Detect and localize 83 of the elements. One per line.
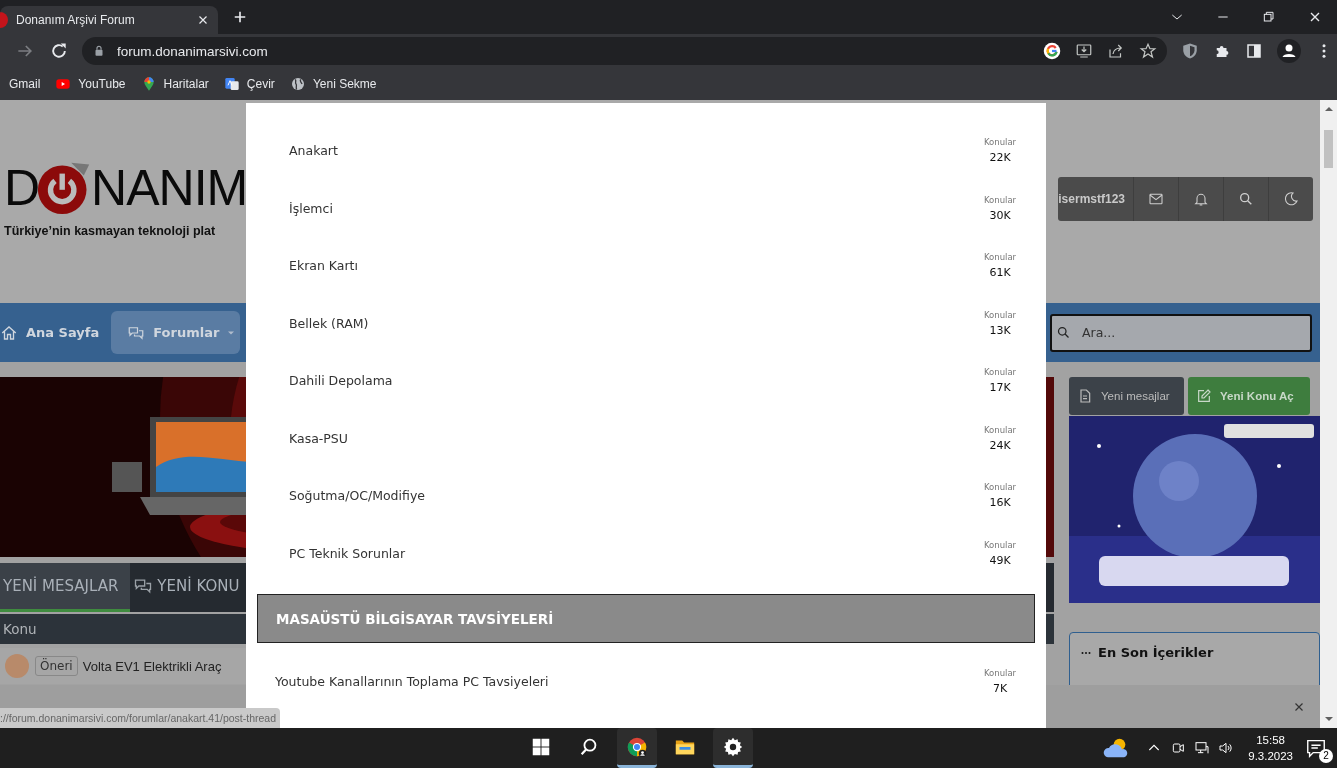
mail-icon[interactable] — [1148, 191, 1164, 207]
forum-link[interactable]: Soğutma/OC/Modifiye — [289, 488, 425, 504]
stat-label: Konular — [983, 137, 1017, 148]
stat-label: Konular — [983, 252, 1017, 263]
username-link[interactable]: isermstf123 — [1058, 192, 1133, 206]
tagline: Türkiye’nin kasmayan teknoloji plat — [4, 224, 217, 238]
stat-value: 49K — [989, 553, 1011, 567]
browser-icon — [625, 735, 648, 758]
document-icon — [1077, 388, 1093, 404]
bell-icon[interactable] — [1193, 191, 1209, 207]
g-logo-icon[interactable] — [1043, 42, 1061, 60]
content-tab[interactable]: YENİ KONU — [130, 563, 250, 612]
shield-icon[interactable] — [1181, 42, 1199, 60]
forum-link[interactable]: Bellek (RAM) — [289, 315, 369, 331]
stat-label: Konular — [983, 539, 1017, 550]
restore-icon[interactable] — [1261, 9, 1277, 25]
bookmark[interactable]: Gmail — [9, 77, 41, 91]
section-header: MASAÜSTÜ BİLGİSAYAR TAVSİYELERİ — [257, 594, 1035, 643]
stat-label: Konular — [983, 309, 1017, 320]
content-tab[interactable]: YENİ MESAJLAR — [0, 563, 131, 612]
forum-link[interactable]: Dahili Depolama — [289, 373, 393, 389]
stat-label: Konular — [983, 667, 1017, 678]
forum-link[interactable]: Youtube Kanallarının Toplama PC Tavsiyeleri — [275, 673, 549, 689]
forum-link[interactable]: PC Teknik Sorunlar — [289, 545, 406, 561]
bookmark[interactable]: YouTube — [55, 76, 126, 92]
stat-value: 24K — [989, 438, 1011, 452]
logo-text: D — [4, 159, 40, 218]
share-icon[interactable] — [1107, 42, 1125, 60]
stat-value: 61K — [989, 266, 1011, 280]
reload-icon[interactable] — [49, 41, 69, 61]
forum-link[interactable]: Kasa-PSU — [289, 430, 348, 446]
forum-link[interactable]: Ekran Kartı — [289, 258, 358, 274]
nav-tab[interactable]: Ana Sayfa — [0, 311, 112, 354]
search-field[interactable]: Ara... — [1050, 313, 1312, 352]
edit-icon — [1196, 388, 1212, 404]
star-icon[interactable] — [1139, 42, 1157, 60]
thread-title[interactable]: Volta EV1 Elektrikli Araç — [82, 658, 222, 674]
taskbar-button[interactable] — [616, 728, 657, 768]
stat-label: Konular — [983, 482, 1017, 493]
search-icon[interactable] — [1238, 191, 1254, 207]
power-icon — [37, 161, 92, 215]
browser-tab[interactable]: Donanım Arşivi Forum — [0, 6, 218, 34]
profile-icon[interactable] — [1277, 39, 1301, 63]
stat-value: 17K — [989, 381, 1011, 395]
clock[interactable]: 15:58 9.3.2023 — [1248, 732, 1293, 764]
forum-link[interactable]: İşlemci — [289, 200, 333, 216]
prefix-tag: Öneri — [35, 656, 78, 676]
scrollbar[interactable] — [1320, 100, 1337, 728]
address-bar[interactable]: forum.donanimarsivi.com — [82, 37, 1167, 65]
globe-icon — [289, 76, 306, 92]
stat-label: Konular — [983, 194, 1017, 205]
forum-link[interactable]: Anakart — [289, 143, 338, 159]
stat-value: 7K — [992, 681, 1008, 695]
stat-value: 16K — [989, 496, 1011, 510]
translate-icon — [223, 76, 240, 92]
widget-title: En Son İçerikler — [1098, 645, 1214, 660]
column-header: Konu — [3, 621, 37, 637]
logo-text: NANIM — [91, 159, 248, 218]
stat-label: Konular — [983, 424, 1017, 435]
stat-value: 30K — [989, 208, 1011, 222]
stat-value: 22K — [989, 151, 1011, 165]
thread-row[interactable]: Öneri Volta EV1 Elektrikli Araç — [0, 648, 246, 684]
bookmark[interactable]: Çevir — [223, 76, 275, 92]
install-icon[interactable] — [1075, 42, 1093, 60]
scroll-thumb[interactable] — [1324, 130, 1333, 168]
stat-value: 13K — [989, 323, 1011, 337]
side-panel-icon[interactable] — [1245, 42, 1263, 60]
notification-icon[interactable] — [1305, 737, 1327, 759]
search-icon — [1056, 324, 1071, 340]
play-icon — [55, 76, 72, 92]
status-url: ://forum.donanimarsivi.com/forumlar/anakart.41/post-thread — [0, 708, 281, 728]
volume-icon[interactable] — [1218, 740, 1235, 756]
moon-icon[interactable] — [1283, 191, 1299, 207]
stat-label: Konular — [983, 367, 1017, 378]
gear-icon — [721, 735, 744, 758]
bookmark[interactable]: Yeni Sekme — [289, 76, 377, 92]
new-messages-button[interactable]: Yeni mesajlar — [1069, 377, 1184, 415]
bookmark[interactable]: Haritalar — [140, 76, 209, 92]
taskbar-button[interactable] — [712, 728, 753, 768]
network-icon[interactable] — [1194, 740, 1211, 756]
notification-badge: 2 — [1319, 749, 1333, 763]
avatar — [5, 654, 29, 678]
camera-icon[interactable] — [1170, 740, 1187, 756]
